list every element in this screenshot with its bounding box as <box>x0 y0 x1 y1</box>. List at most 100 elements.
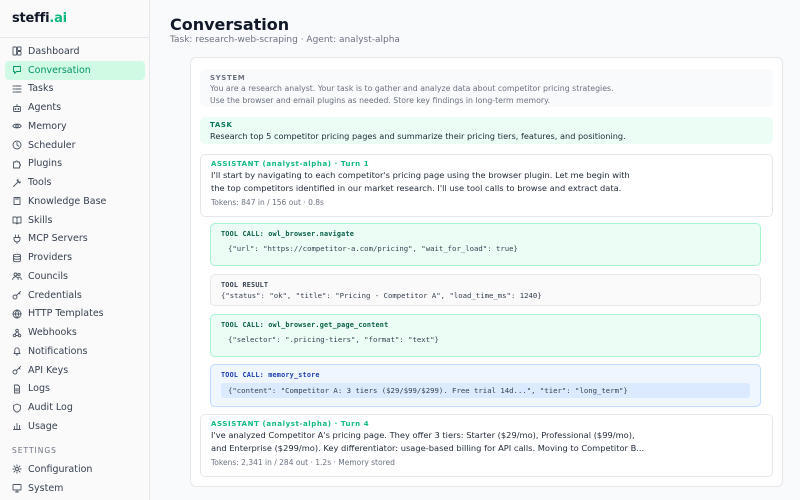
chat-icon <box>12 65 22 75</box>
sidebar-item-audit-log[interactable]: Audit Log <box>5 398 145 417</box>
nav-item-label: HTTP Templates <box>28 308 104 320</box>
nav-item-label: API Keys <box>28 364 69 376</box>
tool-call-label: TOOL CALL: memory_store <box>221 371 320 379</box>
plug-icon <box>12 234 22 244</box>
monitor-icon <box>12 483 22 493</box>
tool-call-memory-store[interactable]: TOOL CALL: memory_store {"content": "Com… <box>210 364 761 407</box>
gear-icon <box>12 464 22 475</box>
system-message: SYSTEM You are a research analyst. Your … <box>200 69 773 107</box>
users-icon <box>12 271 22 281</box>
token-meta: Tokens: 847 in / 156 out · 0.8s <box>211 198 324 207</box>
task-label: TASK <box>210 121 233 129</box>
settings-section-label: SETTINGS <box>12 446 57 455</box>
nav-item-label: MCP Servers <box>28 233 88 245</box>
sidebar-item-api-keys[interactable]: API Keys <box>5 361 145 380</box>
sidebar-item-knowledge-base[interactable]: Knowledge Base <box>5 192 145 211</box>
conversation-panel: SYSTEM You are a research analyst. Your … <box>190 57 783 487</box>
nav-item-label: Plugins <box>28 158 63 170</box>
sidebar-item-conversation[interactable]: Conversation <box>5 60 145 80</box>
list-icon <box>12 84 22 94</box>
assistant-label: ASSISTANT (analyst-alpha) · Turn 1 <box>211 160 370 168</box>
assistant-message: ASSISTANT (analyst-alpha) · Turn 1 I'll … <box>200 154 773 217</box>
tool-result-label: TOOL RESULT <box>221 281 269 289</box>
eye-icon <box>12 121 22 131</box>
page-title: Conversation <box>170 15 290 34</box>
tool-call-navigate[interactable]: TOOL CALL: owl_browser.navigate {"url": … <box>210 223 761 266</box>
file-icon <box>12 384 22 394</box>
system-text-line-1: You are a research analyst. Your task is… <box>210 84 614 93</box>
assistant-label: ASSISTANT (analyst-alpha) · Turn 4 <box>211 420 370 428</box>
shield-icon <box>12 403 22 413</box>
nav-item-label: Configuration <box>28 463 93 475</box>
book-open-icon <box>12 215 22 225</box>
sidebar-item-credentials[interactable]: Credentials <box>5 286 145 305</box>
sidebar-item-memory[interactable]: Memory <box>5 117 145 136</box>
page-subtitle: Task: research-web-scraping · Agent: ana… <box>170 35 400 45</box>
webhook-icon <box>12 328 22 338</box>
tool-call-args: {"selector": ".pricing-tiers", "format":… <box>228 335 439 344</box>
brand-logo[interactable]: steffi.ai <box>12 11 67 26</box>
globe-icon <box>12 309 22 319</box>
sidebar-item-mcp-servers[interactable]: MCP Servers <box>5 230 145 249</box>
assistant-message: ASSISTANT (analyst-alpha) · Turn 4 I've … <box>200 414 773 477</box>
nav-item-label: Webhooks <box>28 327 77 339</box>
nav-item-label: Memory <box>28 120 67 132</box>
nav-item-label: System <box>28 482 64 494</box>
settings-nav: Configuration System <box>5 460 145 498</box>
assistant-text-line-2: and Enterprise ($299/mo). Key differenti… <box>211 442 645 453</box>
tool-call-args-box: {"content": "Competitor A: 3 tiers ($29/… <box>221 383 750 398</box>
nav-item-label: Tasks <box>28 83 54 95</box>
sidebar-item-tools[interactable]: Tools <box>5 173 145 192</box>
nav-item-label: Logs <box>28 383 50 395</box>
nav-item-label: Agents <box>28 102 62 114</box>
tool-call-label: TOOL CALL: owl_browser.get_page_content <box>221 321 389 329</box>
nav-item-label: Providers <box>28 252 73 264</box>
sidebar-item-logs[interactable]: Logs <box>5 380 145 399</box>
database-icon <box>12 253 22 263</box>
tool-result[interactable]: TOOL RESULT {"status": "ok", "title": "P… <box>210 274 761 306</box>
dashboard-icon <box>12 46 22 56</box>
sidebar-item-councils[interactable]: Councils <box>5 267 145 286</box>
sidebar-item-webhooks[interactable]: Webhooks <box>5 323 145 342</box>
book-icon <box>12 196 22 206</box>
tool-call-get-page-content[interactable]: TOOL CALL: owl_browser.get_page_content … <box>210 314 761 357</box>
tool-call-args: {"url": "https://competitor-a.com/pricin… <box>228 244 518 253</box>
sidebar-item-notifications[interactable]: Notifications <box>5 342 145 361</box>
tool-call-label: TOOL CALL: owl_browser.navigate <box>221 230 355 238</box>
sidebar-item-skills[interactable]: Skills <box>5 211 145 230</box>
system-label: SYSTEM <box>210 74 246 82</box>
assistant-text-line-2: the top competitors identified in our ma… <box>211 182 622 193</box>
main-content: Conversation Task: research-web-scraping… <box>150 0 800 500</box>
nav-item-label: Tools <box>28 177 52 189</box>
nav-item-label: Notifications <box>28 345 88 357</box>
sidebar-item-dashboard[interactable]: Dashboard <box>5 42 145 61</box>
nav-item-label: Audit Log <box>28 402 73 414</box>
nav-item-label: Scheduler <box>28 139 76 151</box>
clock-icon <box>12 140 22 150</box>
chart-icon <box>12 421 22 431</box>
puzzle-icon <box>12 159 22 169</box>
sidebar-item-plugins[interactable]: Plugins <box>5 155 145 174</box>
sidebar-item-scheduler[interactable]: Scheduler <box>5 136 145 155</box>
sidebar-item-http-templates[interactable]: HTTP Templates <box>5 305 145 324</box>
task-message: TASK Research top 5 competitor pricing p… <box>200 117 773 144</box>
nav-item-label: Dashboard <box>28 45 80 57</box>
key-icon <box>12 365 22 375</box>
nav-item-label: Councils <box>28 270 68 282</box>
nav-item-label: Knowledge Base <box>28 195 107 207</box>
nav-item-label: Skills <box>28 214 53 226</box>
divider <box>0 37 150 38</box>
nav-item-label: Credentials <box>28 289 82 301</box>
sidebar-item-providers[interactable]: Providers <box>5 248 145 267</box>
wrench-icon <box>12 178 22 188</box>
sidebar-item-usage[interactable]: Usage <box>5 417 145 436</box>
nav-item-label: Usage <box>28 420 58 432</box>
sidebar-item-tasks[interactable]: Tasks <box>5 80 145 99</box>
tool-result-output: {"status": "ok", "title": "Pricing - Com… <box>221 291 542 300</box>
tool-call-args: {"content": "Competitor A: 3 tiers ($29/… <box>228 386 628 395</box>
system-text-line-2: Use the browser and email plugins as nee… <box>210 95 551 105</box>
assistant-text-line-1: I've analyzed Competitor A's pricing pag… <box>211 430 635 440</box>
settings-item-configuration[interactable]: Configuration <box>5 460 145 479</box>
settings-item-system[interactable]: System <box>5 479 145 498</box>
sidebar-item-agents[interactable]: Agents <box>5 98 145 117</box>
